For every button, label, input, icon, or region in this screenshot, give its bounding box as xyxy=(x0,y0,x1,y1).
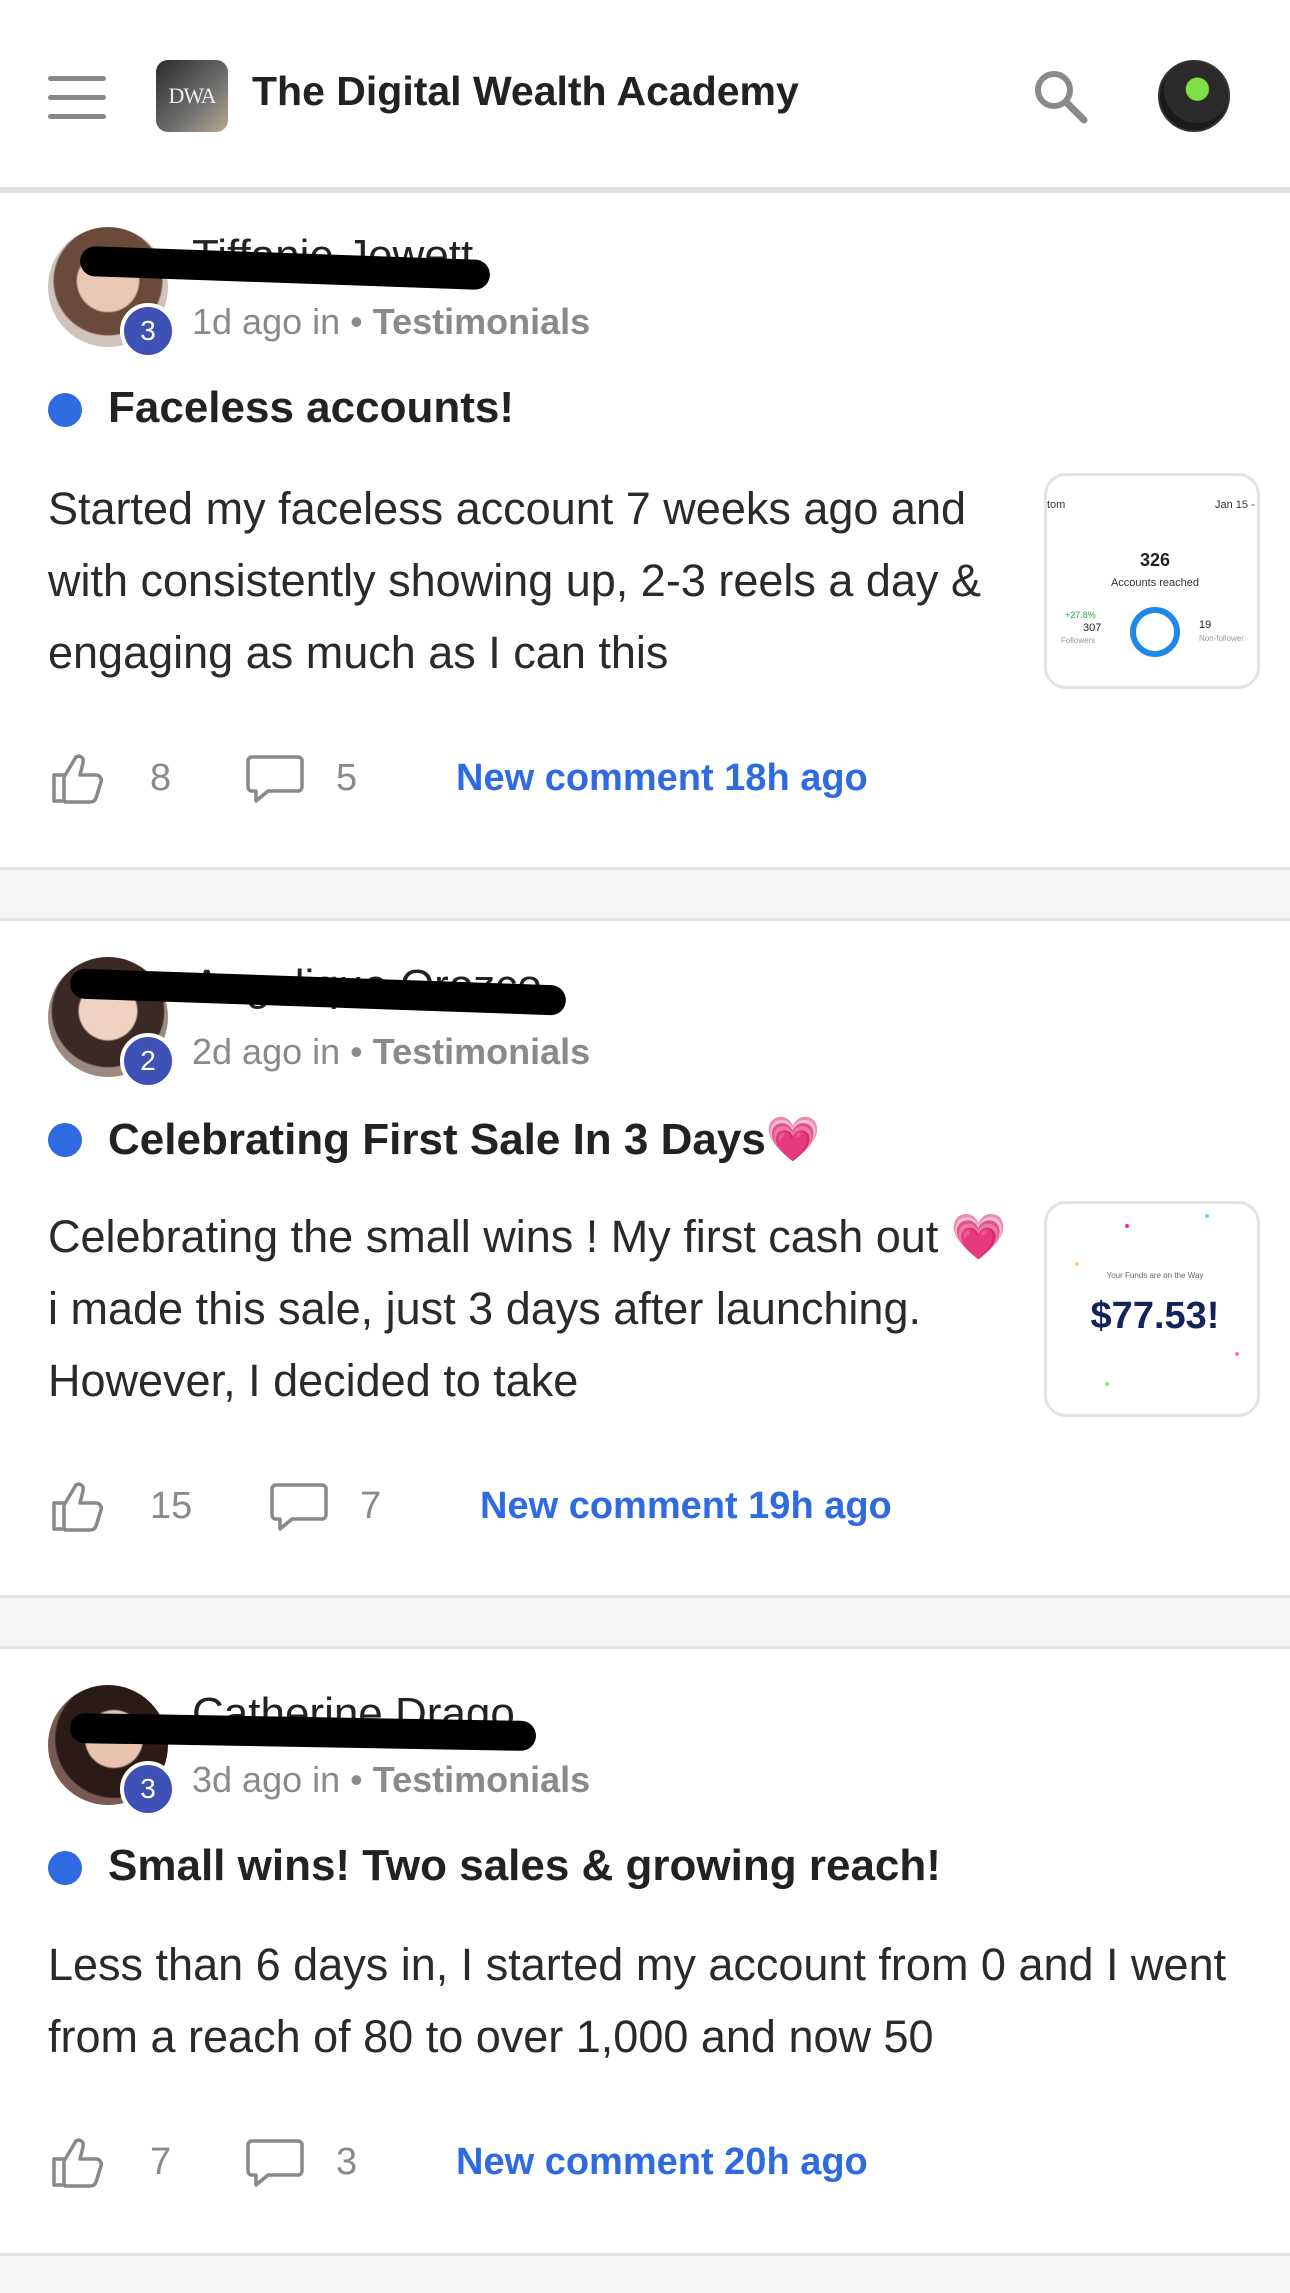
comment-icon[interactable] xyxy=(246,749,304,807)
post-body-end: i made this sale, just 3 days after laun… xyxy=(48,1283,921,1406)
thumb-followers-value: 307 xyxy=(1083,622,1101,634)
post-category[interactable]: Testimonials xyxy=(373,1759,590,1800)
profile-avatar[interactable] xyxy=(1158,60,1230,132)
post-meta: 2d ago in • Testimonials xyxy=(192,1031,591,1072)
thumb-followers-label: Followers xyxy=(1061,636,1095,645)
post-card[interactable]: 3 Catherine Drago 3d ago in • Testimonia… xyxy=(0,1646,1290,2256)
thumb-date: Jan 15 - J xyxy=(1215,499,1260,511)
unread-dot xyxy=(48,1123,82,1157)
thumb-amount: $77.53! xyxy=(1091,1295,1220,1337)
new-comment-link[interactable]: New comment 18h ago xyxy=(456,757,868,800)
like-count: 7 xyxy=(150,2141,172,2183)
unread-dot xyxy=(48,1851,82,1885)
unread-dot xyxy=(48,393,82,427)
insights-graphic: tom Jan 15 - J 326 Accounts reached +27.… xyxy=(1047,499,1260,657)
comment-count: 7 xyxy=(360,1485,382,1527)
post-meta: 3d ago in • Testimonials xyxy=(192,1759,591,1800)
post-time: 3d ago in xyxy=(192,1759,341,1800)
post-body[interactable]: Less than 6 days in, I started my accoun… xyxy=(48,1929,1248,2073)
post-card[interactable]: 2 Angelique Orozco 2d ago in • Testimoni… xyxy=(0,918,1290,1598)
thumb-small-text: Your Funds are on the Way xyxy=(1107,1271,1204,1280)
level-badge: 3 xyxy=(120,1761,176,1817)
new-comment-link[interactable]: New comment 20h ago xyxy=(456,2141,868,2184)
level-badge: 3 xyxy=(120,303,176,359)
post-card[interactable]: 3 Tiffanie Jewett 1d ago in • Testimonia… xyxy=(0,190,1290,870)
like-count: 15 xyxy=(150,1485,193,1527)
thumb-pct: +27.8% xyxy=(1065,610,1096,620)
thumb-nonfollowers-value: 19 xyxy=(1199,619,1211,631)
post-time: 1d ago in xyxy=(192,301,341,342)
app-title: The Digital Wealth Academy xyxy=(252,68,799,114)
post-title[interactable]: Celebrating First Sale In 3 Days💗 xyxy=(108,1113,821,1165)
thumb-number: 326 xyxy=(1140,550,1170,570)
top-app-bar: DWA The Digital Wealth Academy xyxy=(0,0,1290,190)
heart-icon: 💗 xyxy=(765,1115,821,1164)
post-body-start: Celebrating the small wins ! My first ca… xyxy=(48,1211,939,1262)
comment-count: 5 xyxy=(336,757,358,799)
level-badge: 2 xyxy=(120,1033,176,1089)
heart-icon: 💗 xyxy=(950,1211,1007,1262)
post-meta: 1d ago in • Testimonials xyxy=(192,301,591,342)
thumbs-up-icon[interactable] xyxy=(48,1477,106,1535)
post-thumbnail[interactable]: tom Jan 15 - J 326 Accounts reached +27.… xyxy=(1044,473,1260,689)
post-thumbnail[interactable]: Your Funds are on the Way $77.53! xyxy=(1044,1201,1260,1417)
post-time: 2d ago in xyxy=(192,1031,341,1072)
post-category[interactable]: Testimonials xyxy=(373,301,590,342)
search-icon[interactable] xyxy=(1030,66,1090,126)
payout-graphic: Your Funds are on the Way $77.53! xyxy=(1075,1214,1239,1386)
thumb-nonfollowers-label: Non-follower xyxy=(1199,634,1244,643)
post-body[interactable]: Celebrating the small wins ! My first ca… xyxy=(48,1201,1008,1417)
post-title[interactable]: Faceless accounts! xyxy=(108,383,514,433)
menu-icon[interactable] xyxy=(48,76,106,120)
thumbs-up-icon[interactable] xyxy=(48,749,106,807)
thumb-caption: Accounts reached xyxy=(1111,577,1199,589)
post-title[interactable]: Small wins! Two sales & growing reach! xyxy=(108,1841,941,1891)
comment-count: 3 xyxy=(336,2141,358,2183)
post-actions: 8 5 New comment 18h ago xyxy=(48,749,1248,809)
post-actions: 7 3 New comment 20h ago xyxy=(48,2133,1248,2193)
post-body[interactable]: Started my faceless account 7 weeks ago … xyxy=(48,473,1008,689)
post-title-text: Celebrating First Sale In 3 Days xyxy=(108,1115,766,1164)
academy-logo[interactable]: DWA xyxy=(156,60,228,132)
comment-icon[interactable] xyxy=(270,1477,328,1535)
thumb-range: tom xyxy=(1047,499,1065,511)
post-actions: 15 7 New comment 19h ago xyxy=(48,1477,1248,1537)
post-category[interactable]: Testimonials xyxy=(373,1031,590,1072)
comment-icon[interactable] xyxy=(246,2133,304,2191)
thumbs-up-icon[interactable] xyxy=(48,2133,106,2191)
new-comment-link[interactable]: New comment 19h ago xyxy=(480,1485,892,1528)
like-count: 8 xyxy=(150,757,172,799)
